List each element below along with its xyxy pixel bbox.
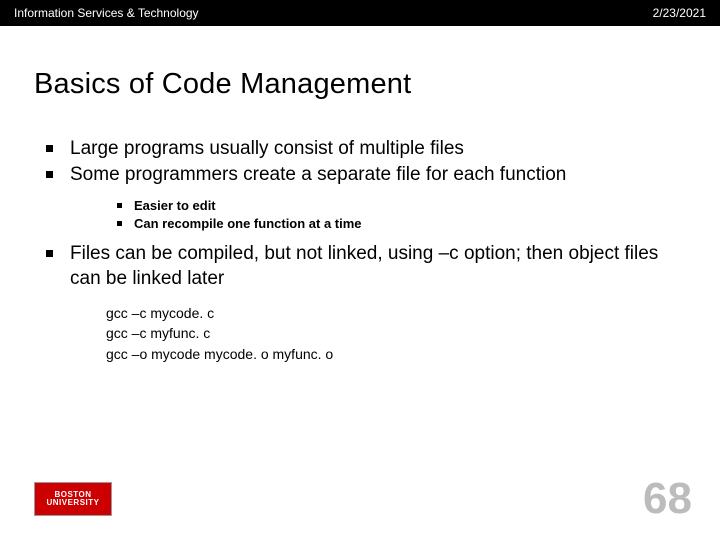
header-bar: Information Services & Technology 2/23/2… <box>0 0 720 26</box>
bullet-list: Large programs usually consist of multip… <box>34 137 686 364</box>
logo-line2: UNIVERSITY <box>46 499 99 507</box>
bullet-text: Some programmers create a separate file … <box>70 164 566 185</box>
slide-title: Basics of Code Management <box>0 26 720 101</box>
org-name: Information Services & Technology <box>14 6 199 20</box>
bu-logo: BOSTON UNIVERSITY <box>34 482 112 516</box>
bullet-item: Some programmers create a separate file … <box>34 163 686 232</box>
bullet-item: Large programs usually consist of multip… <box>34 137 686 161</box>
code-line: gcc –o mycode mycode. o myfunc. o <box>106 344 686 364</box>
slide-content: Large programs usually consist of multip… <box>0 101 720 364</box>
code-line: gcc –c myfunc. c <box>106 323 686 343</box>
sub-bullet-item: Easier to edit <box>70 198 686 215</box>
sub-bullet-list: Easier to edit Can recompile one functio… <box>70 198 686 233</box>
bullet-item: Files can be compiled, but not linked, u… <box>34 242 686 364</box>
sub-bullet-item: Can recompile one function at a time <box>70 216 686 233</box>
slide-date: 2/23/2021 <box>653 6 706 20</box>
bullet-text: Files can be compiled, but not linked, u… <box>70 243 658 288</box>
code-block: gcc –c mycode. c gcc –c myfunc. c gcc –o… <box>70 303 686 364</box>
page-number: 68 <box>643 474 692 524</box>
code-line: gcc –c mycode. c <box>106 303 686 323</box>
